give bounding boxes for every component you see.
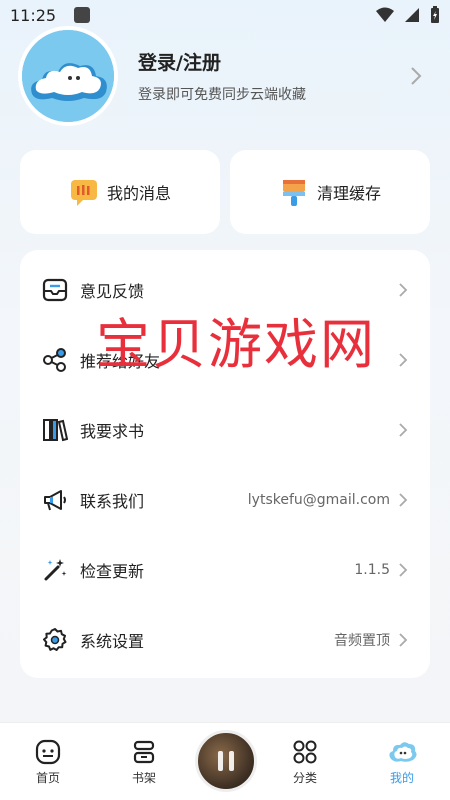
nav-label: 分类 bbox=[292, 771, 317, 785]
clear-cache-button[interactable]: 清理缓存 bbox=[230, 150, 430, 234]
chevron-right-icon bbox=[399, 633, 408, 647]
clear-cache-label: 清理缓存 bbox=[316, 184, 381, 203]
menu-item-value: 音频置顶 bbox=[334, 633, 390, 649]
menu-item-contact-us[interactable]: 联系我们 lytskefu@gmail.com bbox=[20, 465, 430, 535]
category-icon bbox=[293, 740, 317, 764]
share-icon bbox=[42, 347, 68, 373]
nav-item-category[interactable]: 分类 bbox=[275, 739, 335, 786]
menu-item-value: lytskefu@gmail.com bbox=[247, 492, 390, 508]
menu-item-label: 意见反馈 bbox=[80, 282, 145, 301]
chevron-right-icon bbox=[399, 423, 408, 437]
menu-item-label: 我要求书 bbox=[80, 422, 145, 441]
menu-item-label: 联系我们 bbox=[80, 492, 145, 511]
wifi-icon bbox=[376, 7, 394, 22]
chevron-right-icon bbox=[399, 283, 408, 297]
gear-icon bbox=[42, 627, 68, 653]
chevron-right-icon bbox=[399, 353, 408, 367]
pause-icon bbox=[218, 751, 223, 771]
menu-item-check-update[interactable]: 检查更新 1.1.5 bbox=[20, 535, 430, 605]
nav-item-home[interactable]: 首页 bbox=[18, 739, 78, 786]
notification-icon bbox=[74, 7, 91, 23]
menu-item-label: 检查更新 bbox=[80, 562, 145, 581]
avatar[interactable] bbox=[18, 26, 118, 126]
profile-header[interactable]: 登录/注册 登录即可免费同步云端收藏 bbox=[18, 24, 432, 128]
music-player-button[interactable] bbox=[195, 730, 257, 792]
bookshelf-icon bbox=[133, 740, 155, 764]
chevron-right-icon[interactable] bbox=[410, 66, 422, 86]
login-title[interactable]: 登录/注册 bbox=[138, 48, 306, 75]
signal-icon bbox=[405, 8, 419, 22]
login-subtitle: 登录即可免费同步云端收藏 bbox=[138, 87, 306, 103]
my-messages-button[interactable]: 我的消息 bbox=[20, 150, 220, 234]
status-time: 11:25 bbox=[10, 5, 57, 25]
battery-icon bbox=[431, 6, 439, 23]
menu-item-label: 系统设置 bbox=[80, 632, 145, 651]
magic-wand-icon bbox=[42, 557, 68, 583]
nav-item-bookshelf[interactable]: 书架 bbox=[114, 739, 174, 786]
brush-icon bbox=[282, 180, 305, 206]
nav-label: 首页 bbox=[35, 771, 60, 785]
bottom-nav: 首页 书架 分类 我的 bbox=[0, 722, 450, 800]
cloud-mascot-icon bbox=[22, 30, 114, 122]
chevron-right-icon bbox=[399, 563, 408, 577]
nav-item-profile[interactable]: 我的 bbox=[372, 739, 432, 786]
chevron-right-icon bbox=[399, 493, 408, 507]
message-icon bbox=[70, 180, 97, 206]
my-messages-label: 我的消息 bbox=[106, 184, 171, 203]
nav-label: 书架 bbox=[131, 771, 156, 785]
feedback-icon bbox=[42, 277, 68, 303]
books-icon bbox=[42, 417, 68, 443]
home-icon bbox=[35, 739, 61, 765]
menu-item-request-book[interactable]: 我要求书 bbox=[20, 395, 430, 465]
menu-item-settings[interactable]: 系统设置 音频置顶 bbox=[20, 605, 430, 675]
profile-icon bbox=[389, 742, 417, 762]
menu-item-value: 1.1.5 bbox=[354, 562, 390, 578]
watermark-text: 宝贝游戏网 bbox=[96, 313, 376, 376]
nav-label: 我的 bbox=[389, 771, 414, 785]
megaphone-icon bbox=[42, 487, 68, 513]
